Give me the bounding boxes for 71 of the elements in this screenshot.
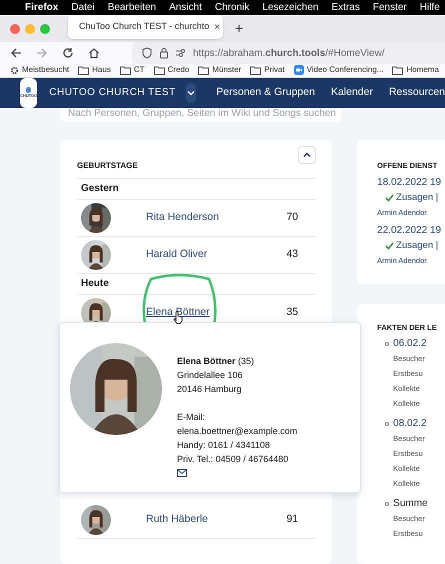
- fact-date-link[interactable]: 06.02.2: [393, 336, 427, 352]
- folder-icon: [198, 66, 210, 75]
- home-icon[interactable]: [88, 47, 100, 59]
- menu-item[interactable]: Bearbeiten: [108, 0, 156, 15]
- accept-link[interactable]: Zusagen |: [396, 238, 438, 253]
- folder-icon: [154, 66, 164, 75]
- menu-item[interactable]: Ansicht: [169, 0, 202, 15]
- bookmark-item[interactable]: Privat: [250, 64, 285, 76]
- age-text: 43: [286, 246, 298, 262]
- reload-icon[interactable]: [62, 47, 74, 59]
- permissions-icon[interactable]: [176, 49, 186, 57]
- address-line: 20146 Hamburg: [177, 382, 243, 396]
- card-title: GEBURTSTAGE: [77, 160, 316, 179]
- email-label: E-Mail:: [177, 410, 206, 424]
- menu-item[interactable]: Lesezeichen: [262, 0, 318, 15]
- church-switcher-button[interactable]: [186, 82, 196, 103]
- folder-icon: [78, 66, 90, 75]
- nav-link[interactable]: Kalender: [330, 84, 373, 101]
- shield-icon[interactable]: [142, 47, 152, 59]
- bookmark-item[interactable]: CT: [120, 64, 144, 76]
- phone-text: Priv. Tel.: 04509 / 46764480: [177, 452, 290, 466]
- menu-item[interactable]: Firefox: [25, 0, 58, 15]
- bookmark-item[interactable]: Video Conferencing...: [294, 64, 384, 76]
- gear-icon: [10, 66, 19, 75]
- url-text: https://abraham.church.tools/#HomeView/: [193, 46, 385, 60]
- bookmark-item[interactable]: Homema: [392, 64, 439, 76]
- lock-icon[interactable]: [159, 47, 169, 59]
- back-icon[interactable]: [10, 47, 22, 59]
- nav-link[interactable]: Ressourcen: [388, 84, 445, 101]
- group-heading: Heute: [81, 277, 109, 292]
- age-text: 91: [286, 512, 298, 527]
- contact-name: Elena Böttner (35): [177, 354, 256, 368]
- menu-item[interactable]: Fenster: [372, 0, 407, 15]
- checkmark-icon: [385, 194, 394, 202]
- bookmark-item[interactable]: Münster: [198, 64, 242, 76]
- bookmark-item[interactable]: Credo: [154, 64, 190, 76]
- person-link[interactable]: Ruth Häberle: [146, 512, 208, 528]
- address-field[interactable]: https://abraham.church.tools/#HomeView/: [132, 42, 445, 64]
- person-link[interactable]: Harald Oliver: [146, 246, 208, 263]
- chevron-up-icon: [303, 152, 312, 158]
- tab-close-button[interactable]: ×: [214, 20, 220, 34]
- fact-date-link[interactable]: 08.02.2: [393, 416, 427, 432]
- folder-icon: [120, 66, 131, 75]
- age-text: 70: [286, 210, 298, 225]
- mail-icon[interactable]: [177, 468, 187, 477]
- chevron-down-icon: [186, 90, 195, 96]
- tab-title: ChuToo Church TEST - churchto: [79, 20, 210, 34]
- accept-link[interactable]: Zusagen |: [396, 191, 438, 206]
- checkmark-icon: [385, 242, 394, 250]
- phone-text: Handy: 0161 / 4341108: [177, 438, 271, 452]
- menu-item[interactable]: Extras: [332, 0, 360, 15]
- collapse-button[interactable]: [298, 146, 316, 164]
- folder-icon: [250, 66, 262, 75]
- email-text: elena.boettner@example.com: [177, 424, 298, 438]
- address-line: Grindelallee 106: [177, 368, 244, 382]
- service-date-link[interactable]: 18.02.2022 19: [377, 175, 445, 190]
- age-text: 35: [286, 304, 298, 320]
- bookmark-item[interactable]: Meistbesucht: [10, 64, 70, 76]
- group-heading: Gestern: [81, 182, 119, 196]
- menu-item[interactable]: Chronik: [214, 0, 250, 15]
- nav-link[interactable]: Personen & Gruppen: [216, 84, 315, 101]
- church-name[interactable]: CHUTOO CHURCH TEST: [49, 85, 176, 100]
- browser-tab[interactable]: ChuToo Church TEST - churchto ×: [68, 15, 223, 39]
- menu-item[interactable]: Datei: [71, 0, 95, 15]
- service-date-link[interactable]: 22.02.2022 19: [377, 222, 445, 238]
- fact-heading: Summe: [393, 497, 428, 512]
- person-link[interactable]: Rita Henderson: [146, 210, 219, 226]
- bookmark-item[interactable]: Haus: [78, 64, 111, 76]
- menu-item[interactable]: Hilfe: [420, 0, 440, 15]
- new-tab-button[interactable]: +: [235, 18, 244, 39]
- folder-icon: [392, 66, 404, 75]
